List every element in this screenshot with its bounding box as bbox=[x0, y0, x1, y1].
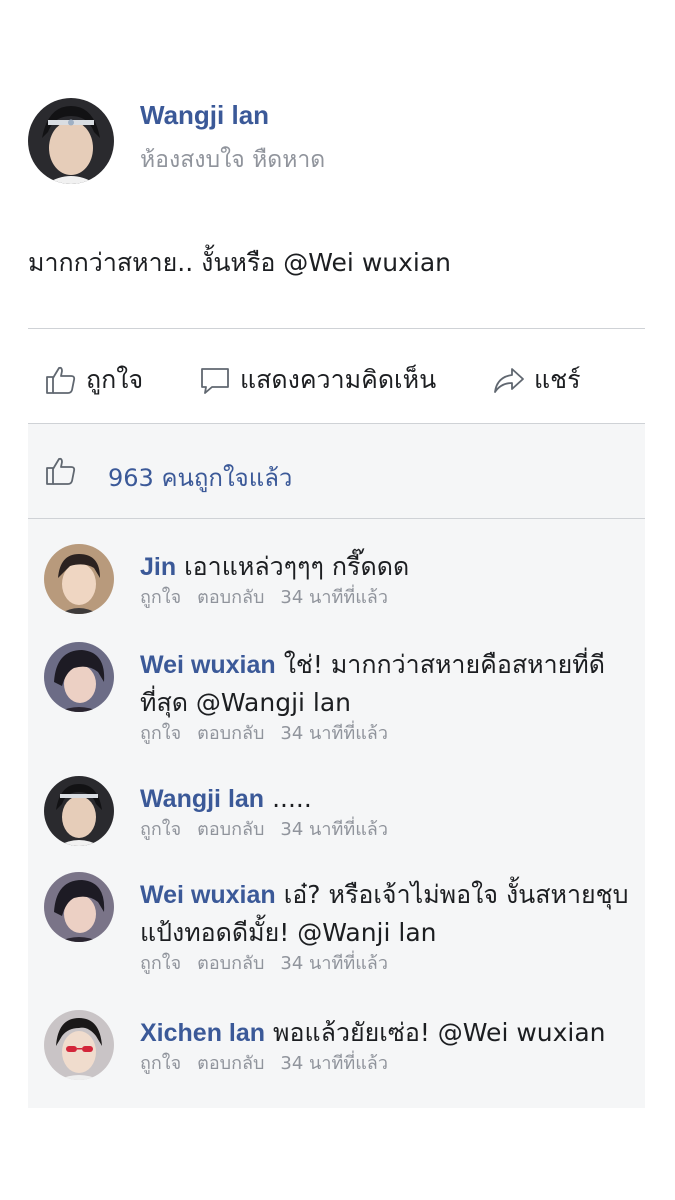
share-button[interactable]: แชร์ bbox=[492, 350, 581, 410]
comment-like-link[interactable]: ถูกใจ bbox=[140, 587, 181, 608]
share-arrow-icon bbox=[492, 363, 526, 397]
comment-like-link[interactable]: ถูกใจ bbox=[140, 819, 181, 840]
post-author-name[interactable]: Wangji lan bbox=[140, 100, 269, 131]
comment-reply-link[interactable]: ตอบกลับ bbox=[197, 587, 264, 608]
commenter-avatar[interactable] bbox=[44, 642, 114, 712]
comment-time: 34 นาทีที่แล้ว bbox=[280, 587, 388, 608]
comment-time: 34 นาทีที่แล้ว bbox=[280, 723, 388, 744]
likes-count[interactable]: 963 คนถูกใจแล้ว bbox=[108, 458, 292, 497]
comment-author[interactable]: Wangji lan bbox=[140, 785, 264, 813]
post-text: มากกว่าสหาย.. งั้นหรือ @Wei wuxian bbox=[28, 248, 452, 277]
comment-button[interactable]: แสดงความคิดเห็น bbox=[198, 350, 436, 410]
comment-time: 34 นาทีที่แล้ว bbox=[280, 819, 388, 840]
divider bbox=[28, 518, 645, 519]
commenter-avatar[interactable] bbox=[44, 776, 114, 846]
comment-author[interactable]: Wei wuxian bbox=[140, 881, 276, 909]
comment-like-link[interactable]: ถูกใจ bbox=[140, 953, 181, 974]
comment-like-link[interactable]: ถูกใจ bbox=[140, 723, 181, 744]
post-location[interactable]: ห้องสงบใจ หืดหาด bbox=[140, 142, 325, 178]
author-avatar[interactable] bbox=[28, 98, 114, 184]
like-button[interactable]: ถูกใจ bbox=[44, 350, 143, 410]
share-label: แชร์ bbox=[534, 365, 581, 394]
divider bbox=[28, 328, 645, 329]
thumbs-up-icon bbox=[44, 454, 78, 488]
commenter-avatar[interactable] bbox=[44, 872, 114, 942]
likes-summary[interactable]: 963 คนถูกใจแล้ว bbox=[28, 424, 645, 518]
comment-time: 34 นาทีที่แล้ว bbox=[280, 1053, 388, 1074]
comment-author[interactable]: Jin bbox=[140, 553, 176, 581]
comment-reply-link[interactable]: ตอบกลับ bbox=[197, 1053, 264, 1074]
comment-text: ..... bbox=[272, 784, 312, 813]
commenter-avatar[interactable] bbox=[44, 1010, 114, 1080]
like-label: ถูกใจ bbox=[86, 365, 144, 394]
comment-text: เอาแหล่วๆๆๆ กรี๊ดดด bbox=[184, 552, 410, 581]
comments-panel: 963 คนถูกใจแล้ว Jin เอาแหล่วๆๆๆ กรี๊ดดด ถ… bbox=[28, 424, 645, 1108]
comment-author[interactable]: Xichen lan bbox=[140, 1019, 265, 1047]
comment-text: พอแล้วยัยเซ่อ! @Wei wuxian bbox=[273, 1018, 606, 1047]
thumbs-up-icon bbox=[44, 363, 78, 397]
post-header: Wangji lan ห้องสงบใจ หืดหาด bbox=[28, 98, 648, 188]
comment-author[interactable]: Wei wuxian bbox=[140, 651, 276, 679]
commenter-avatar[interactable] bbox=[44, 544, 114, 614]
comment-label: แสดงความคิดเห็น bbox=[240, 365, 437, 394]
comment-like-link[interactable]: ถูกใจ bbox=[140, 1053, 181, 1074]
speech-bubble-icon bbox=[198, 363, 232, 397]
comment-reply-link[interactable]: ตอบกลับ bbox=[197, 723, 264, 744]
action-bar: ถูกใจ แสดงความคิดเห็น แชร์ bbox=[28, 350, 645, 410]
comment-reply-link[interactable]: ตอบกลับ bbox=[197, 819, 264, 840]
comment-time: 34 นาทีที่แล้ว bbox=[280, 953, 388, 974]
comment-reply-link[interactable]: ตอบกลับ bbox=[197, 953, 264, 974]
